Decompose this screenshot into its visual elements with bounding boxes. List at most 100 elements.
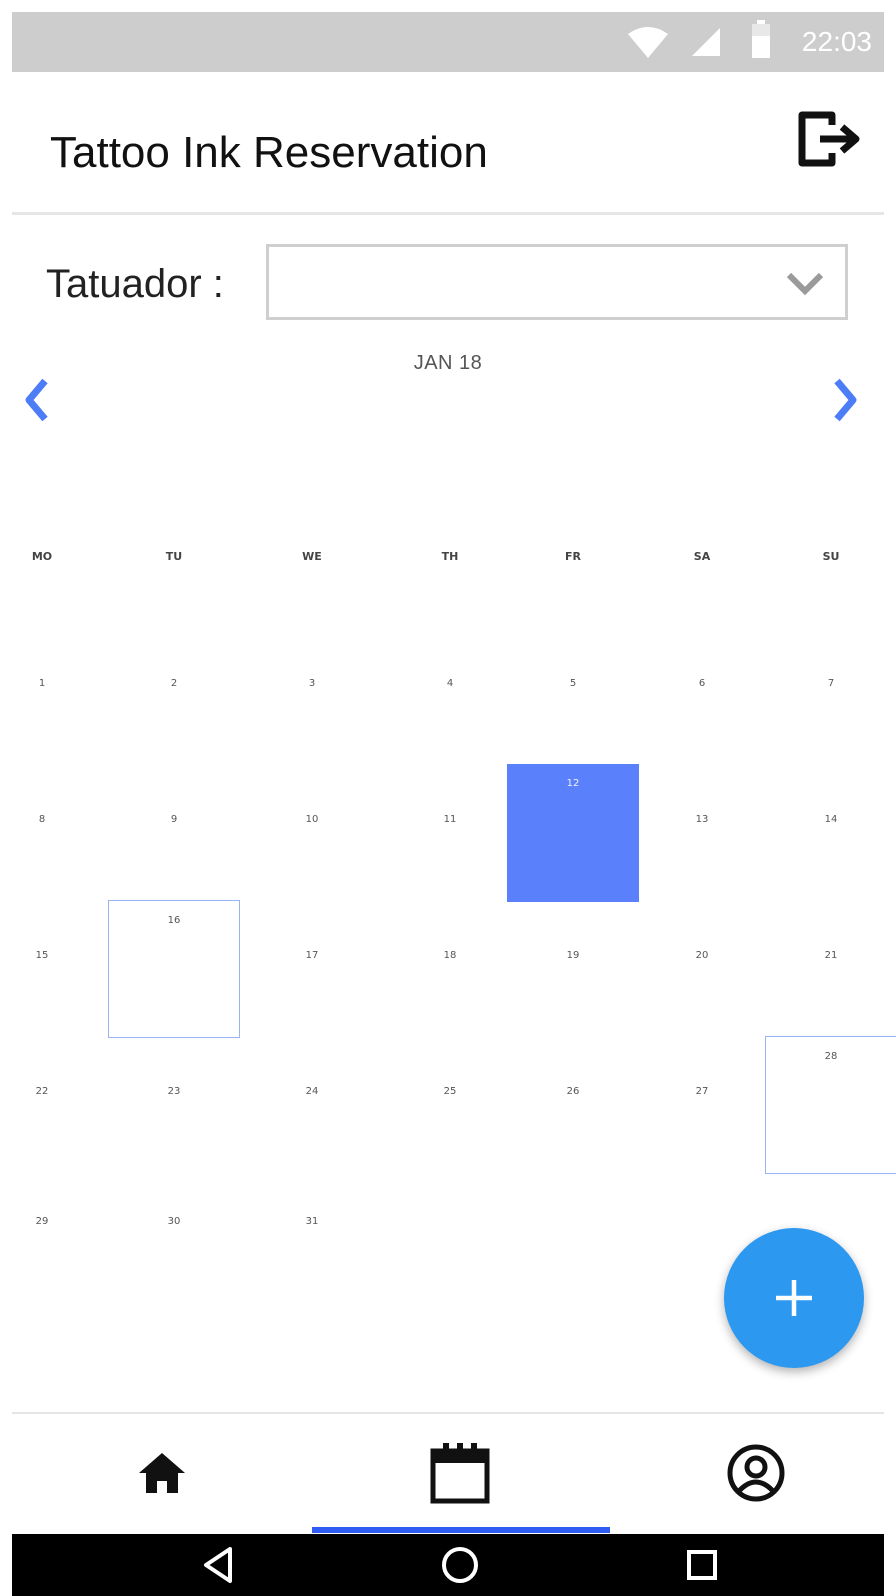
bottom-nav (12, 1414, 884, 1534)
calendar-day[interactable]: 23 (108, 1036, 240, 1174)
calendar-day[interactable]: 12 (507, 764, 639, 902)
calendar-day[interactable]: 2 (108, 628, 240, 766)
calendar-day-number: 14 (824, 814, 838, 825)
calendar-day[interactable]: 27 (636, 1036, 768, 1174)
system-recents-button[interactable] (672, 1540, 732, 1590)
chevron-down-icon (786, 272, 824, 296)
calendar-day-number: 10 (305, 814, 319, 825)
calendar-day[interactable]: 14 (765, 764, 896, 902)
calendar-day-number: 26 (566, 1086, 580, 1097)
calendar-day[interactable]: 30 (108, 1166, 240, 1304)
calendar-day-number: 1 (38, 678, 46, 689)
calendar-day-number: 18 (443, 950, 457, 961)
calendar-day-number: 12 (566, 778, 580, 789)
status-bar: 22:03 (12, 12, 884, 72)
weekday-header: SU (822, 550, 840, 563)
calendar-day-number: 30 (167, 1216, 181, 1227)
calendar-day-number: 7 (827, 678, 835, 689)
battery-icon (752, 20, 770, 58)
calendar-day-number: 16 (167, 915, 181, 926)
calendar-icon (430, 1443, 490, 1504)
calendar-day-number: 23 (167, 1086, 181, 1097)
calendar-day[interactable]: 6 (636, 628, 768, 766)
calendar-day-number: 5 (569, 678, 577, 689)
weekday-header: TU (165, 550, 183, 563)
calendar-day-number: 28 (824, 1051, 838, 1062)
calendar-day[interactable]: 3 (246, 628, 378, 766)
calendar-day[interactable]: 9 (108, 764, 240, 902)
chevron-right-icon (834, 378, 857, 422)
recents-icon (687, 1550, 717, 1580)
add-reservation-button[interactable] (724, 1228, 864, 1368)
system-home-button[interactable] (430, 1540, 490, 1590)
calendar-day[interactable]: 24 (246, 1036, 378, 1174)
calendar-day-number: 21 (824, 950, 838, 961)
month-label: JAN 18 (413, 352, 483, 374)
calendar-day-number: 22 (35, 1086, 49, 1097)
home-icon (139, 1453, 185, 1493)
calendar-day[interactable]: 4 (384, 628, 516, 766)
prev-month-button[interactable] (16, 374, 56, 426)
calendar-day-number: 31 (305, 1216, 319, 1227)
profile-icon (727, 1444, 785, 1502)
calendar-day[interactable]: 29 (0, 1166, 108, 1304)
signal-icon (692, 28, 720, 56)
logout-button[interactable] (792, 102, 866, 176)
calendar-day-number: 9 (170, 814, 178, 825)
calendar-day-number: 6 (698, 678, 706, 689)
nav-home[interactable] (112, 1428, 212, 1518)
calendar-day-number: 13 (695, 814, 709, 825)
calendar-day-number: 19 (566, 950, 580, 961)
next-month-button[interactable] (826, 374, 866, 426)
calendar-day-number: 4 (446, 678, 454, 689)
calendar-day[interactable]: 17 (246, 900, 378, 1038)
status-time: 22:03 (801, 26, 872, 57)
weekday-header: SA (693, 550, 711, 563)
calendar-day[interactable]: 21 (765, 900, 896, 1038)
calendar-day-number: 25 (443, 1086, 457, 1097)
wifi-icon (628, 27, 668, 58)
weekday-header: TH (441, 550, 459, 563)
nav-profile[interactable] (706, 1428, 806, 1518)
calendar-day[interactable]: 31 (246, 1166, 378, 1304)
calendar-day-number: 17 (305, 950, 319, 961)
calendar-day[interactable]: 19 (507, 900, 639, 1038)
calendar-day[interactable]: 16 (108, 900, 240, 1038)
calendar-day[interactable]: 7 (765, 628, 896, 766)
calendar-day-number: 15 (35, 950, 49, 961)
weekday-header: FR (565, 550, 581, 563)
calendar-day[interactable]: 13 (636, 764, 768, 902)
calendar-day-number: 29 (35, 1216, 49, 1227)
calendar-day[interactable]: 22 (0, 1036, 108, 1174)
app-bar: Tattoo Ink Reservation (12, 72, 884, 212)
calendar-day[interactable]: 20 (636, 900, 768, 1038)
calendar-day-number: 20 (695, 950, 709, 961)
system-back-button[interactable] (188, 1540, 248, 1590)
calendar-day[interactable]: 18 (384, 900, 516, 1038)
calendar-day[interactable]: 26 (507, 1036, 639, 1174)
calendar-day-number: 24 (305, 1086, 319, 1097)
plus-icon (776, 1280, 812, 1316)
calendar-day-number: 11 (443, 814, 457, 825)
weekday-header: WE (302, 550, 322, 563)
calendar-day[interactable]: 10 (246, 764, 378, 902)
logout-icon (798, 111, 860, 167)
nav-calendar[interactable] (410, 1428, 510, 1518)
calendar-day-number: 8 (38, 814, 46, 825)
calendar-day-number: 27 (695, 1086, 709, 1097)
active-tab-indicator (312, 1527, 610, 1533)
calendar-day[interactable]: 1 (0, 628, 108, 766)
tatuador-label: Tatuador : (46, 262, 224, 306)
calendar-day[interactable]: 25 (384, 1036, 516, 1174)
app-bar-divider (12, 212, 884, 215)
chevron-left-icon (25, 378, 48, 422)
tatuador-select[interactable] (266, 244, 848, 320)
calendar-day[interactable]: 28 (765, 1036, 896, 1174)
calendar-day[interactable]: 15 (0, 900, 108, 1038)
calendar-day-number: 2 (170, 678, 178, 689)
home-circle-icon (442, 1547, 478, 1583)
calendar-day[interactable]: 8 (0, 764, 108, 902)
calendar-day[interactable]: 5 (507, 628, 639, 766)
calendar-day-number: 3 (308, 678, 316, 689)
calendar-day[interactable]: 11 (384, 764, 516, 902)
